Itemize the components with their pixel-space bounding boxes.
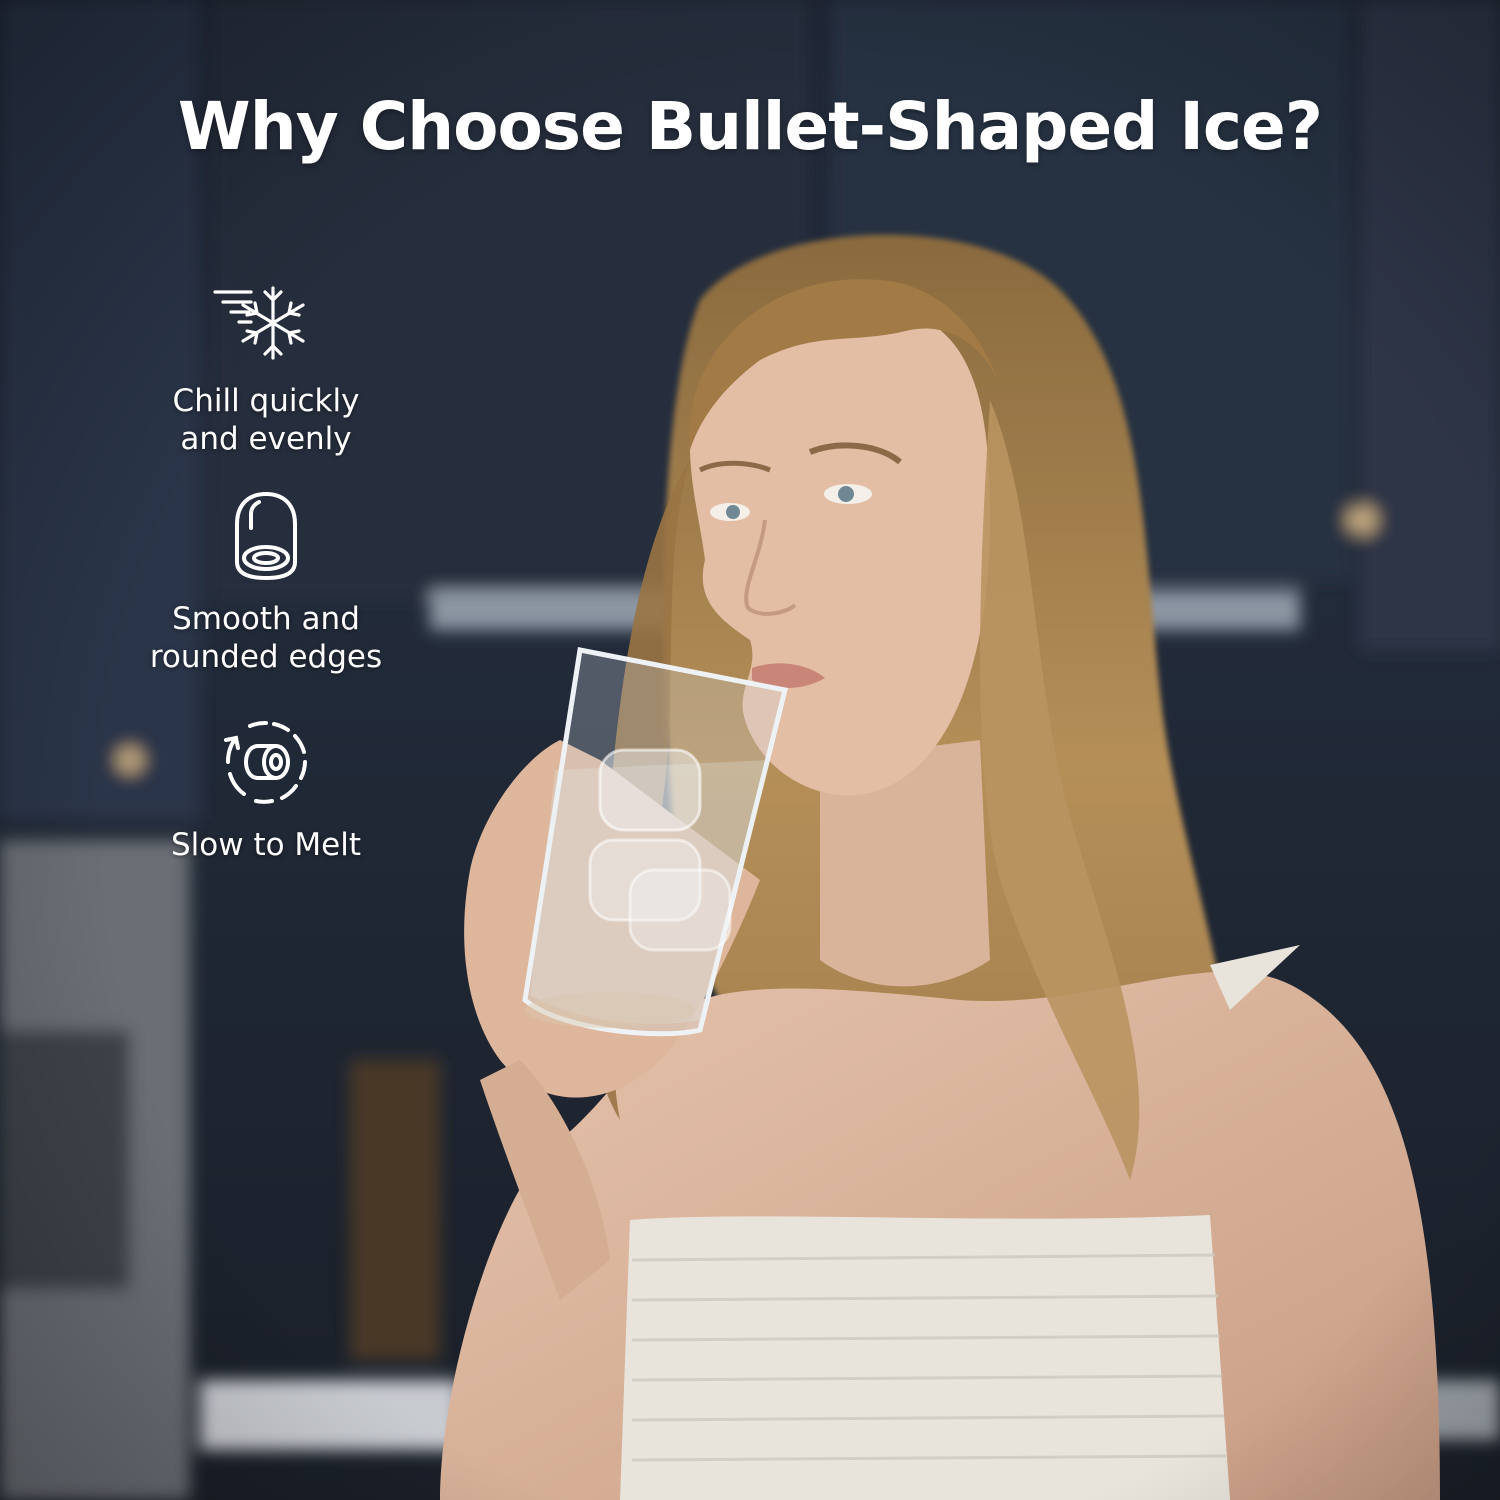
snowflake-icon xyxy=(213,286,305,360)
feature-label: Smooth and rounded edges xyxy=(149,601,383,675)
feature-label: Chill quickly and evenly xyxy=(172,383,360,457)
feature-smooth-edges: Smooth and rounded edges xyxy=(120,490,412,676)
bullet-ice-icon xyxy=(235,491,297,581)
feature-slow-to-melt: Slow to Melt xyxy=(120,716,412,864)
feature-label: Slow to Melt xyxy=(170,827,362,863)
page-title: Why Choose Bullet-Shaped Ice? xyxy=(177,88,1323,165)
feature-chill-quickly: Chill quickly and evenly xyxy=(120,282,412,458)
slow-melt-icon xyxy=(224,721,307,804)
product-feature-banner: Why Choose Bullet-Shaped Ice? Chill quic… xyxy=(0,0,1500,1500)
